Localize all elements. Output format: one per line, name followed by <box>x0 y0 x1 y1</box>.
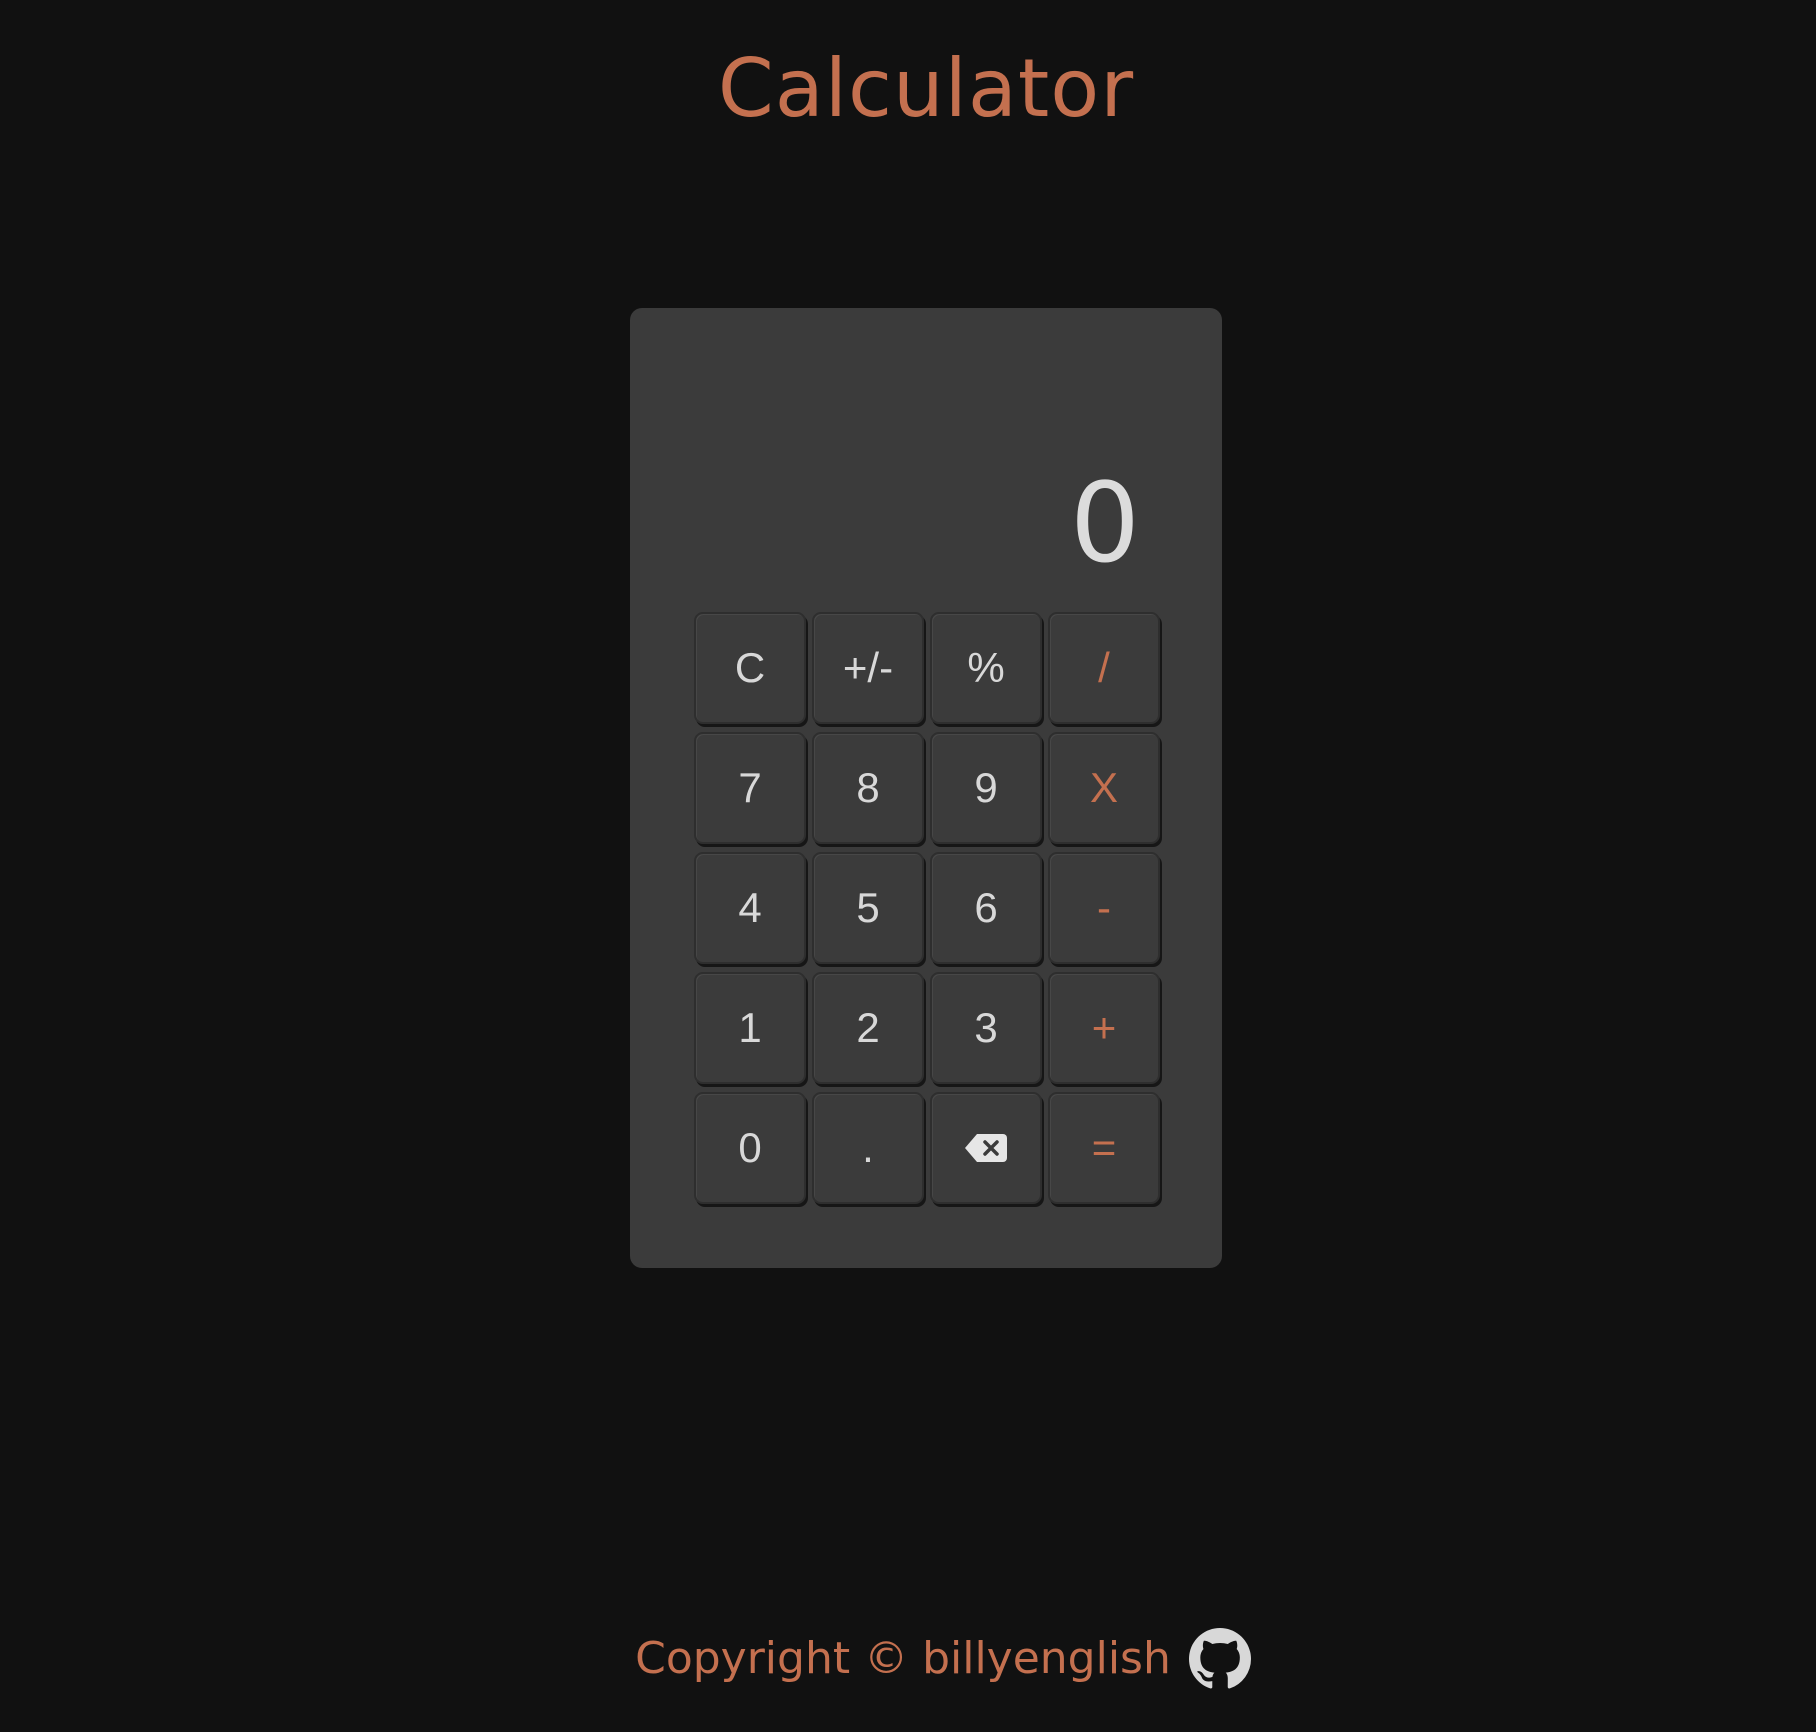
subtract-button[interactable]: - <box>1048 852 1160 964</box>
key-label: 6 <box>974 884 998 931</box>
key-label: 4 <box>738 884 762 931</box>
page-title: Calculator <box>717 42 1135 135</box>
digit-9-button[interactable]: 9 <box>930 732 1042 844</box>
key-label: 9 <box>974 764 998 811</box>
backspace-button[interactable] <box>930 1092 1042 1204</box>
digit-1-button[interactable]: 1 <box>694 972 806 1084</box>
calculator: 0 C +/-% / 7 8 9 X 4 5 6 - 1 2 3 +0. = <box>630 308 1222 1268</box>
digit-7-button[interactable]: 7 <box>694 732 806 844</box>
key-label: 7 <box>738 764 762 811</box>
key-label: . <box>862 1124 874 1171</box>
digit-0-button[interactable]: 0 <box>694 1092 806 1204</box>
digit-8-button[interactable]: 8 <box>812 732 924 844</box>
add-button[interactable]: + <box>1048 972 1160 1084</box>
key-label: 8 <box>856 764 880 811</box>
digit-5-button[interactable]: 5 <box>812 852 924 964</box>
key-label: + <box>1091 1004 1117 1051</box>
digit-4-button[interactable]: 4 <box>694 852 806 964</box>
key-label: X <box>1089 764 1118 811</box>
copyright-text: Copyright © billyenglish <box>635 1633 1171 1684</box>
github-icon[interactable] <box>1188 1628 1251 1690</box>
key-label: 0 <box>738 1124 762 1171</box>
digit-6-button[interactable]: 6 <box>930 852 1042 964</box>
key-label: % <box>967 644 1005 691</box>
key-label: = <box>1091 1124 1117 1171</box>
digit-3-button[interactable]: 3 <box>930 972 1042 1084</box>
digit-2-button[interactable]: 2 <box>812 972 924 1084</box>
decimal-button[interactable]: . <box>812 1092 924 1204</box>
key-label: 2 <box>856 1004 880 1051</box>
negate-button[interactable]: +/- <box>812 612 924 724</box>
keypad: C +/-% / 7 8 9 X 4 5 6 - 1 2 3 +0. = <box>694 612 1160 1204</box>
footer: Copyright © billyenglish <box>0 1626 1816 1692</box>
multiply-button[interactable]: X <box>1048 732 1160 844</box>
equals-button[interactable]: = <box>1048 1092 1160 1204</box>
key-label: 1 <box>738 1004 762 1051</box>
key-label: - <box>1097 884 1111 931</box>
key-label: C <box>734 644 766 691</box>
calculator-display: 0 <box>1070 459 1140 587</box>
key-label: +/- <box>842 644 894 691</box>
divide-button[interactable]: / <box>1048 612 1160 724</box>
percent-button[interactable]: % <box>930 612 1042 724</box>
clear-button[interactable]: C <box>694 612 806 724</box>
backspace-icon <box>965 1134 1007 1162</box>
key-label: 3 <box>974 1004 998 1051</box>
key-label: / <box>1098 644 1110 691</box>
key-label: 5 <box>856 884 880 931</box>
